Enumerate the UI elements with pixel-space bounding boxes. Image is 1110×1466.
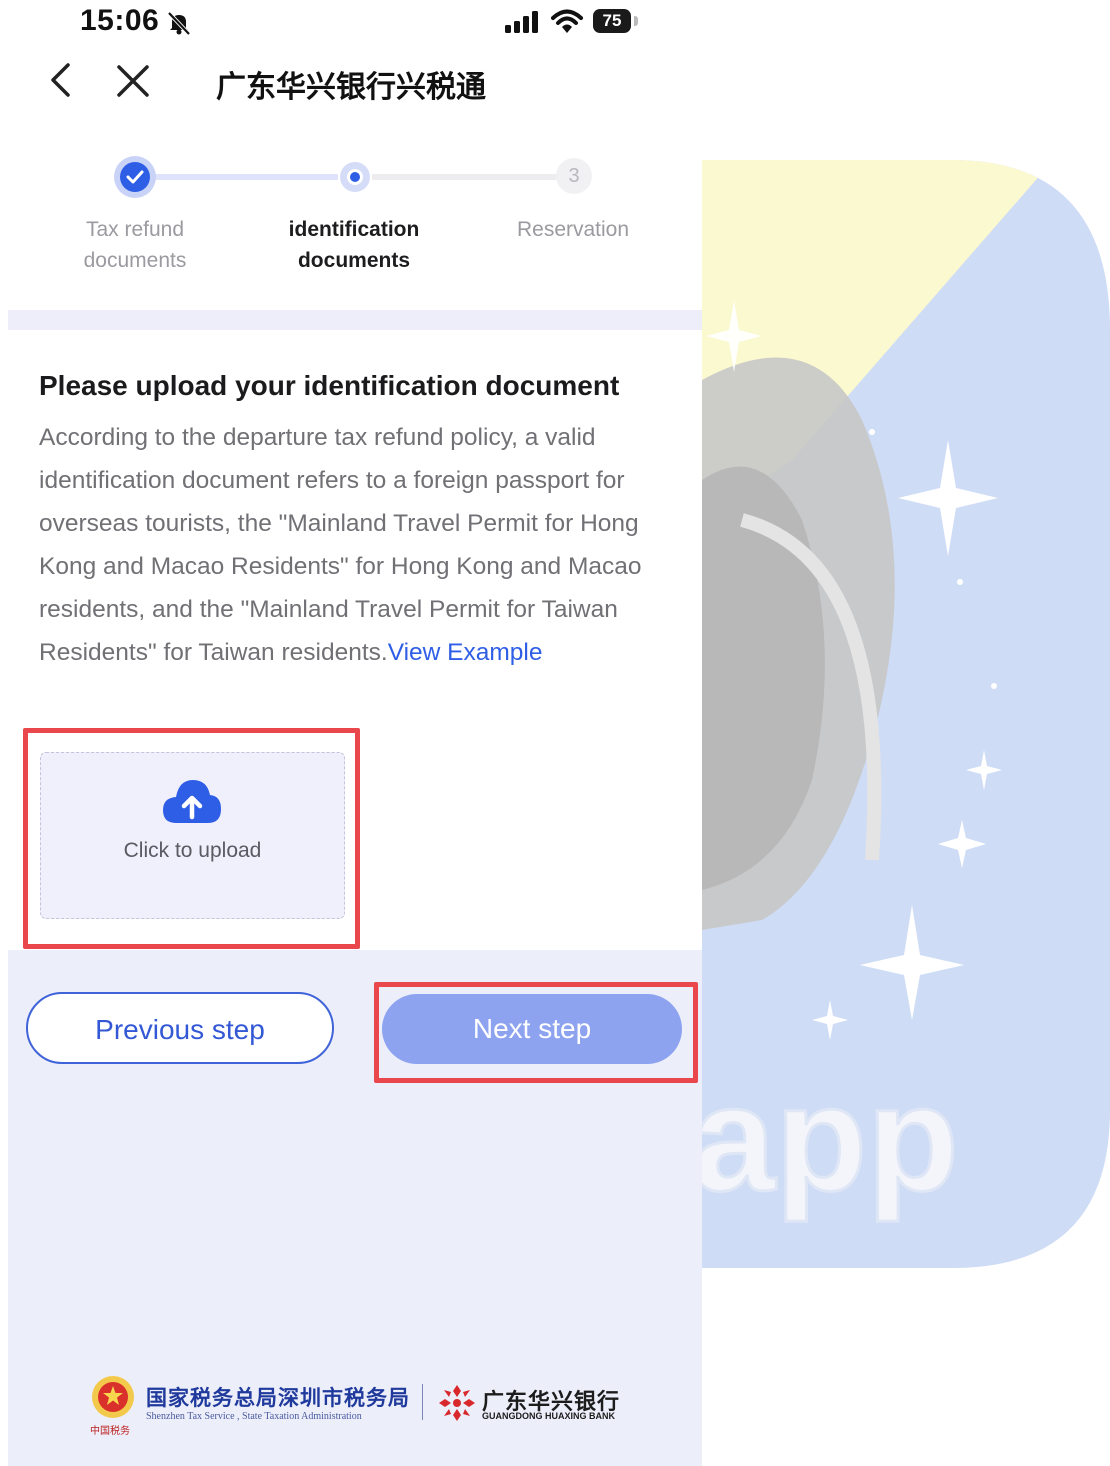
battery-indicator: 75	[593, 9, 631, 33]
view-example-link[interactable]: View Example	[388, 639, 543, 666]
footer-logos: 中国税务 国家税务总局深圳市税务局 Shenzhen Tax Service ,…	[86, 1370, 646, 1440]
bell-off-icon	[167, 11, 191, 36]
step-3-pending-indicator: 3	[556, 158, 592, 194]
stepper-connector-1	[152, 174, 338, 180]
phone-screen: 15:06 75 广东华兴银行兴税通 3 Tax refund document…	[0, 0, 702, 1466]
next-step-highlight-box	[374, 982, 698, 1083]
watermark-text: app	[702, 1054, 959, 1222]
wifi-icon	[551, 9, 583, 33]
close-icon[interactable]	[116, 64, 150, 98]
previous-step-button[interactable]: Previous step	[26, 992, 334, 1064]
check-icon	[126, 170, 144, 184]
tax-seal-text: 中国税务	[90, 1426, 130, 1437]
upload-heading: Please upload your identification docume…	[39, 370, 620, 401]
background-artwork: app	[702, 0, 1110, 1466]
tax-bureau-name-en: Shenzhen Tax Service , State Taxation Ad…	[146, 1411, 362, 1422]
bank-name-en: GUANGDONG HUAXING BANK	[482, 1411, 616, 1421]
tax-bureau-name: 国家税务总局深圳市税务局	[146, 1387, 410, 1410]
step-1-label: Tax refund documents	[83, 218, 187, 272]
signal-icon	[505, 11, 538, 33]
section-divider	[8, 310, 702, 330]
step-2-current-indicator	[340, 162, 370, 192]
bank-logo-icon	[439, 1385, 475, 1421]
nav-bar: 广东华兴银行兴税通	[0, 50, 702, 114]
step-2-label: identification documents	[288, 218, 420, 272]
policy-text: According to the departure tax refund po…	[39, 424, 642, 666]
status-bar: 15:06 75	[0, 0, 702, 46]
upload-highlight-box	[23, 728, 360, 949]
logo-divider	[422, 1384, 423, 1420]
page-title: 广东华兴银行兴税通	[216, 71, 486, 104]
battery-tip	[634, 16, 638, 26]
back-icon[interactable]	[44, 62, 78, 98]
status-time: 15:06	[80, 4, 160, 37]
step-1-done-indicator	[114, 156, 156, 198]
tax-emblem-icon	[92, 1376, 134, 1418]
step-3-label: Reservation	[516, 218, 630, 241]
progress-stepper: 3 Tax refund documents identification do…	[0, 140, 702, 310]
upload-description: According to the departure tax refund po…	[39, 416, 679, 674]
stepper-connector-2	[372, 174, 558, 180]
